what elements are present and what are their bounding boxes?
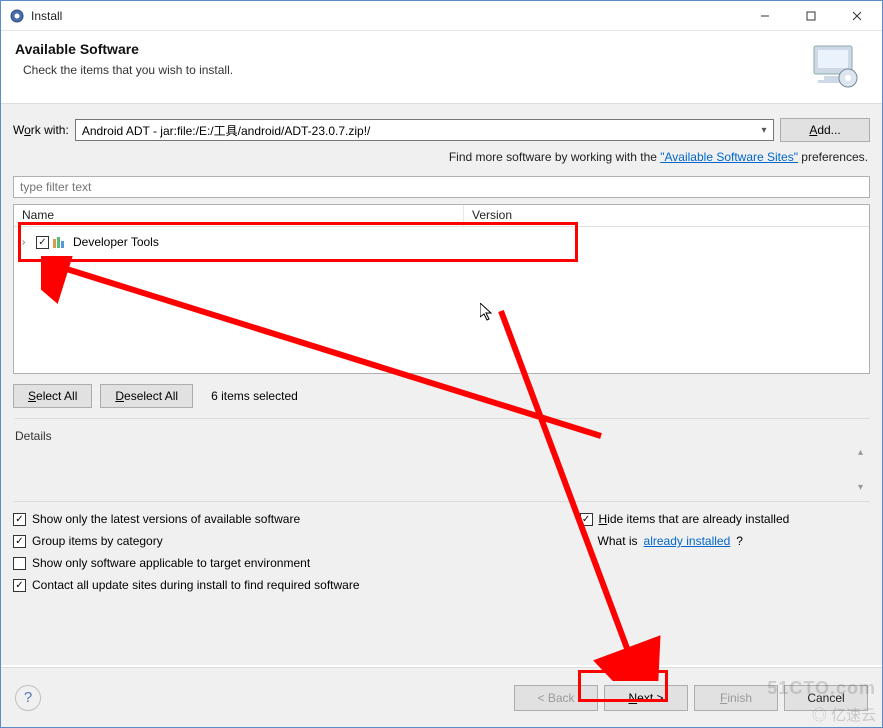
close-button[interactable]	[834, 2, 880, 30]
select-all-button[interactable]: Select All	[13, 384, 92, 408]
details-scrollbar[interactable]: ▴▾	[858, 447, 870, 493]
checkbox-icon[interactable]: ✓	[13, 535, 26, 548]
add-button[interactable]: Add...	[780, 118, 870, 142]
work-with-row: Work with: Android ADT - jar:file:/E:/工具…	[13, 118, 870, 142]
tree-header: Name Version	[14, 205, 869, 227]
install-dialog: Install Available Software Check the ite…	[0, 0, 883, 728]
page-title: Available Software	[15, 41, 806, 57]
window-title: Install	[31, 9, 742, 23]
minimize-button[interactable]	[742, 2, 788, 30]
column-version[interactable]: Version	[464, 205, 520, 226]
opt-group-category[interactable]: ✓ Group items by category	[13, 534, 360, 548]
checkbox-icon[interactable]: ✓	[13, 579, 26, 592]
work-with-combo[interactable]: Android ADT - jar:file:/E:/工具/android/AD…	[75, 119, 774, 141]
checkbox-icon[interactable]: ✓	[13, 513, 26, 526]
selection-count: 6 items selected	[211, 389, 298, 403]
cancel-button[interactable]: Cancel	[784, 685, 868, 711]
work-with-value: Android ADT - jar:file:/E:/工具/android/AD…	[82, 122, 371, 139]
titlebar[interactable]: Install	[1, 1, 882, 31]
tree-item-checkbox[interactable]: ✓	[36, 236, 49, 249]
opt-hide-installed[interactable]: ✓ Hide items that are already installed	[580, 512, 790, 526]
column-name[interactable]: Name	[14, 205, 464, 226]
opt-contact-sites[interactable]: ✓ Contact all update sites during instal…	[13, 578, 360, 592]
software-tree[interactable]: Name Version › ✓ Developer Tools	[13, 204, 870, 374]
deselect-all-button[interactable]: Deselect All	[100, 384, 193, 408]
chevron-down-icon[interactable]: ▾	[757, 123, 771, 137]
tree-item-developer-tools[interactable]: › ✓ Developer Tools	[18, 233, 865, 251]
find-more-text: Find more software by working with the "…	[13, 150, 868, 164]
already-installed-row: What is already installed?	[598, 534, 790, 548]
back-button[interactable]: < Back	[514, 685, 598, 711]
window-controls	[742, 2, 880, 30]
wizard-banner-icon	[806, 41, 862, 91]
help-button[interactable]: ?	[15, 685, 41, 711]
checkbox-icon[interactable]	[13, 557, 26, 570]
finish-button[interactable]: Finish	[694, 685, 778, 711]
details-label: Details	[15, 418, 870, 443]
work-with-label: Work with:	[13, 123, 69, 137]
wizard-header: Available Software Check the items that …	[1, 31, 882, 103]
category-icon	[53, 236, 69, 248]
expand-icon[interactable]: ›	[22, 237, 32, 248]
app-icon	[9, 8, 25, 24]
content-area: Work with: Android ADT - jar:file:/E:/工具…	[1, 103, 882, 665]
filter-input[interactable]	[13, 176, 870, 198]
already-installed-link[interactable]: already installed	[644, 534, 731, 548]
next-button[interactable]: Next >	[604, 685, 688, 711]
tree-item-label: Developer Tools	[73, 235, 159, 249]
selection-row: Select All Deselect All 6 items selected	[13, 384, 870, 408]
opt-applicable-env[interactable]: Show only software applicable to target …	[13, 556, 360, 570]
available-sites-link[interactable]: "Available Software Sites"	[660, 150, 798, 164]
options-area: ✓ Show only the latest versions of avail…	[13, 501, 870, 592]
wizard-footer: ? < Back Next > Finish Cancel	[1, 667, 882, 727]
opt-latest-versions[interactable]: ✓ Show only the latest versions of avail…	[13, 512, 360, 526]
checkbox-icon[interactable]: ✓	[580, 513, 593, 526]
page-subtitle: Check the items that you wish to install…	[23, 63, 806, 77]
details-area: ▴▾	[13, 447, 870, 493]
maximize-button[interactable]	[788, 2, 834, 30]
